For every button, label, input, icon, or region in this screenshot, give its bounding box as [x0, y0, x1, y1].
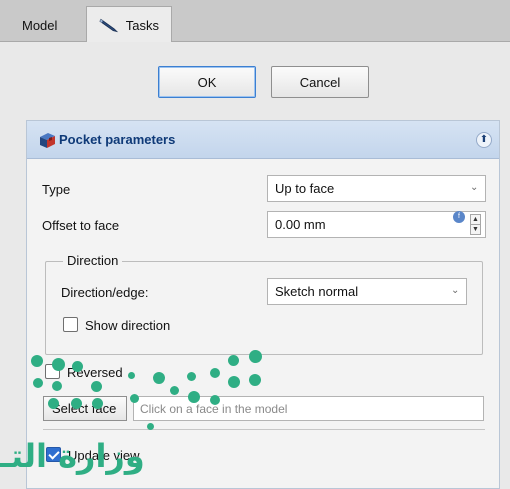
- spin-down-icon[interactable]: ▼: [471, 225, 480, 235]
- pocket-feature-icon: [40, 133, 55, 148]
- watermark-text: وزارة التـ: [0, 437, 145, 475]
- direction-group-title: Direction: [63, 253, 123, 268]
- direction-groupbox: [45, 261, 483, 355]
- separator: [43, 429, 485, 430]
- tasks-pencil-icon: [99, 18, 119, 33]
- tab-tasks-label: Tasks: [125, 17, 159, 33]
- chevron-down-icon: ⌄: [451, 285, 460, 296]
- type-label: Type: [42, 182, 71, 197]
- tab-tasks[interactable]: Tasks: [86, 6, 172, 43]
- pocket-parameters-title: Pocket parameters: [59, 132, 176, 147]
- dialog-button-row: OK Cancel: [0, 66, 510, 100]
- type-select-value: Up to face: [275, 181, 335, 196]
- offset-spinner[interactable]: ▲ ▼: [470, 214, 481, 235]
- spin-up-icon[interactable]: ▲: [471, 215, 480, 225]
- show-direction-label: Show direction: [85, 318, 171, 333]
- pocket-parameters-panel: Pocket parameters ⬆ Type Up to face ⌄ Of…: [26, 120, 500, 489]
- expression-icon[interactable]: f: [453, 211, 465, 223]
- tab-bar: Model Tasks: [0, 0, 510, 43]
- direction-edge-value: Sketch normal: [275, 284, 359, 299]
- ok-button[interactable]: OK: [158, 66, 256, 98]
- tab-model[interactable]: Model: [10, 8, 69, 42]
- direction-edge-label: Direction/edge:: [61, 285, 149, 300]
- offset-input[interactable]: 0.00 mm f ▲ ▼: [267, 211, 486, 238]
- show-direction-checkbox[interactable]: [63, 317, 78, 332]
- offset-input-value: 0.00 mm: [275, 217, 326, 232]
- direction-edge-select[interactable]: Sketch normal ⌄: [267, 278, 467, 305]
- collapse-up-icon[interactable]: ⬆: [476, 132, 492, 148]
- task-panel: OK Cancel Pocket parameters ⬆ Type Up to…: [0, 42, 510, 489]
- cancel-button[interactable]: Cancel: [271, 66, 369, 98]
- pocket-parameters-header[interactable]: Pocket parameters ⬆: [27, 121, 499, 159]
- face-reference-field[interactable]: Click on a face in the model: [133, 396, 484, 421]
- type-select[interactable]: Up to face ⌄: [267, 175, 486, 202]
- tab-model-label: Model: [22, 17, 58, 33]
- offset-label: Offset to face: [42, 218, 120, 233]
- chevron-down-icon: ⌄: [470, 182, 479, 193]
